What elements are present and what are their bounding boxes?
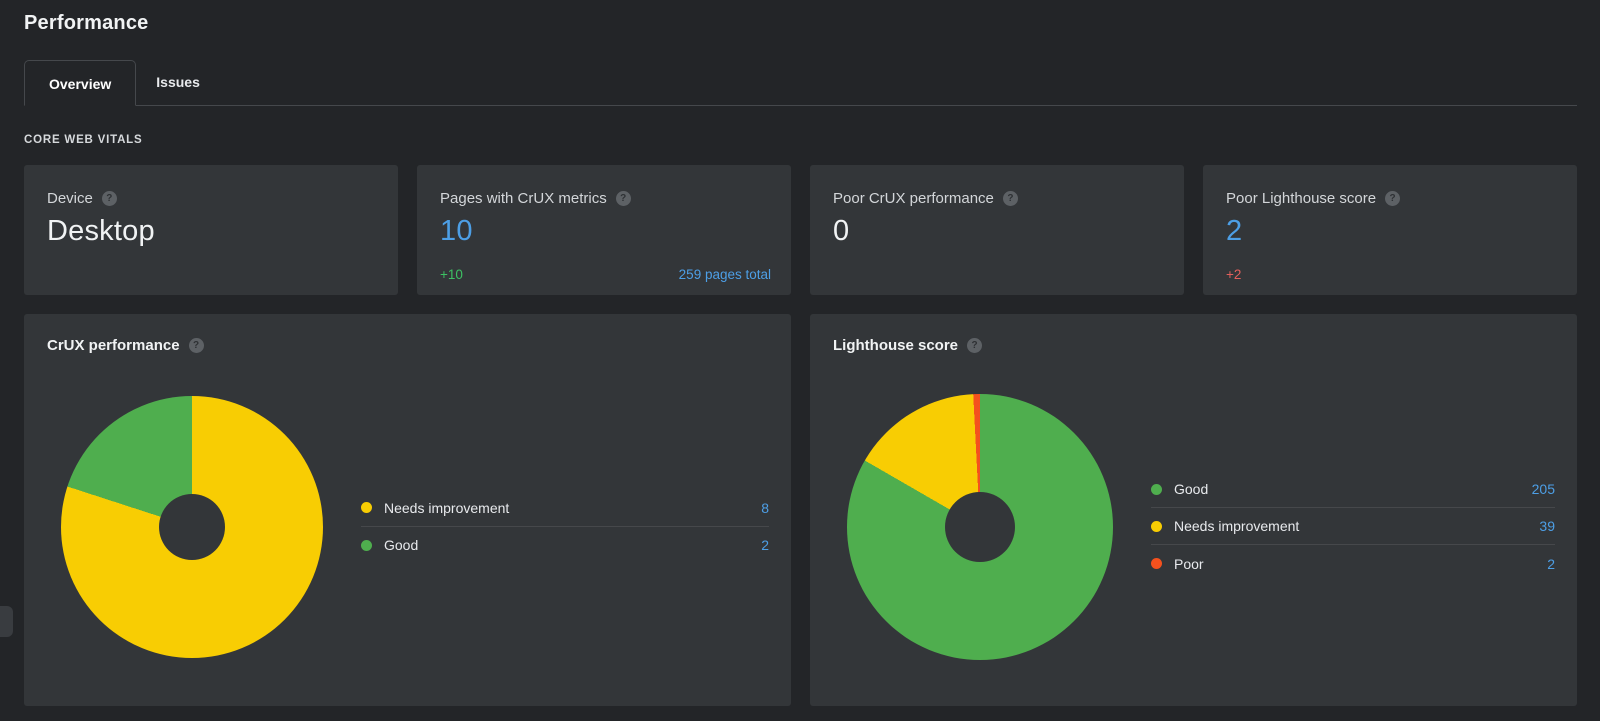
help-icon[interactable]: ? xyxy=(967,338,982,353)
help-icon[interactable]: ? xyxy=(616,191,631,206)
legend-dot xyxy=(1151,484,1162,495)
help-icon[interactable]: ? xyxy=(102,191,117,206)
help-icon[interactable]: ? xyxy=(189,338,204,353)
legend-row[interactable]: Needs improvement8 xyxy=(361,490,769,527)
chart-title-lighthouse-score: Lighthouse score xyxy=(833,337,958,354)
donut-hole xyxy=(945,492,1015,562)
stat-card-pages-with-crux-metrics: Pages with CrUX metrics ? 10 +10 259 pag… xyxy=(417,165,791,295)
help-icon[interactable]: ? xyxy=(1003,191,1018,206)
legend-row[interactable]: Good2 xyxy=(361,527,769,564)
tab-issues[interactable]: Issues xyxy=(136,59,220,105)
pages-total-link[interactable]: 259 pages total xyxy=(679,267,771,282)
legend-label: Poor xyxy=(1174,556,1547,572)
lighthouse-score-legend: Good205Needs improvement39Poor2 xyxy=(1151,471,1555,582)
help-icon[interactable]: ? xyxy=(1385,191,1400,206)
tab-issues-label: Issues xyxy=(156,74,200,90)
lighthouse-score-donut-chart xyxy=(847,394,1113,660)
stat-label-poor-crux-performance: Poor CrUX performance xyxy=(833,190,994,207)
legend-row[interactable]: Poor2 xyxy=(1151,545,1555,582)
left-scroll-handle[interactable] xyxy=(0,606,13,637)
legend-dot xyxy=(1151,558,1162,569)
legend-value[interactable]: 2 xyxy=(761,537,769,553)
stat-value-poor-lighthouse-score: 2 xyxy=(1226,215,1557,248)
chart-card-lighthouse-score: Lighthouse score ? Good205Needs improvem… xyxy=(810,314,1577,706)
stat-value-poor-crux-performance: 0 xyxy=(833,215,1164,248)
legend-dot xyxy=(361,502,372,513)
stat-value-pages-with-crux-metrics: 10 xyxy=(440,215,771,248)
legend-value[interactable]: 2 xyxy=(1547,556,1555,572)
stat-label-device: Device xyxy=(47,190,93,207)
stat-card-row: Device ? Desktop Pages with CrUX metrics… xyxy=(24,165,1577,295)
donut-hole xyxy=(159,494,225,560)
stat-card-poor-lighthouse-score: Poor Lighthouse score ? 2 +2 xyxy=(1203,165,1577,295)
page-title: Performance xyxy=(24,0,1577,35)
stat-delta-poor-lighthouse-score: +2 xyxy=(1226,267,1241,282)
legend-value[interactable]: 8 xyxy=(761,500,769,516)
chart-title-crux-performance: CrUX performance xyxy=(47,337,180,354)
legend-label: Good xyxy=(384,537,761,553)
legend-row[interactable]: Needs improvement39 xyxy=(1151,508,1555,545)
legend-label: Needs improvement xyxy=(1174,518,1539,534)
legend-dot xyxy=(361,540,372,551)
legend-value[interactable]: 39 xyxy=(1539,518,1555,534)
chart-card-crux-performance: CrUX performance ? Needs improvement8Goo… xyxy=(24,314,791,706)
crux-performance-legend: Needs improvement8Good2 xyxy=(361,490,769,564)
crux-performance-donut-chart xyxy=(61,396,323,658)
legend-dot xyxy=(1151,521,1162,532)
legend-value[interactable]: 205 xyxy=(1532,481,1555,497)
tab-overview-label: Overview xyxy=(49,76,111,92)
tab-overview[interactable]: Overview xyxy=(24,60,136,106)
stat-value-device: Desktop xyxy=(47,215,378,248)
stat-delta-pages-with-crux-metrics: +10 xyxy=(440,267,463,282)
chart-card-row: CrUX performance ? Needs improvement8Goo… xyxy=(24,314,1577,706)
stat-label-poor-lighthouse-score: Poor Lighthouse score xyxy=(1226,190,1376,207)
performance-page: Performance Overview Issues CORE WEB VIT… xyxy=(0,0,1600,706)
legend-row[interactable]: Good205 xyxy=(1151,471,1555,508)
stat-card-device: Device ? Desktop xyxy=(24,165,398,295)
stat-label-pages-with-crux-metrics: Pages with CrUX metrics xyxy=(440,190,607,207)
tab-bar: Overview Issues xyxy=(24,59,1577,106)
section-label-core-web-vitals: CORE WEB VITALS xyxy=(24,134,1577,146)
legend-label: Good xyxy=(1174,481,1532,497)
stat-card-poor-crux-performance: Poor CrUX performance ? 0 xyxy=(810,165,1184,295)
legend-label: Needs improvement xyxy=(384,500,761,516)
